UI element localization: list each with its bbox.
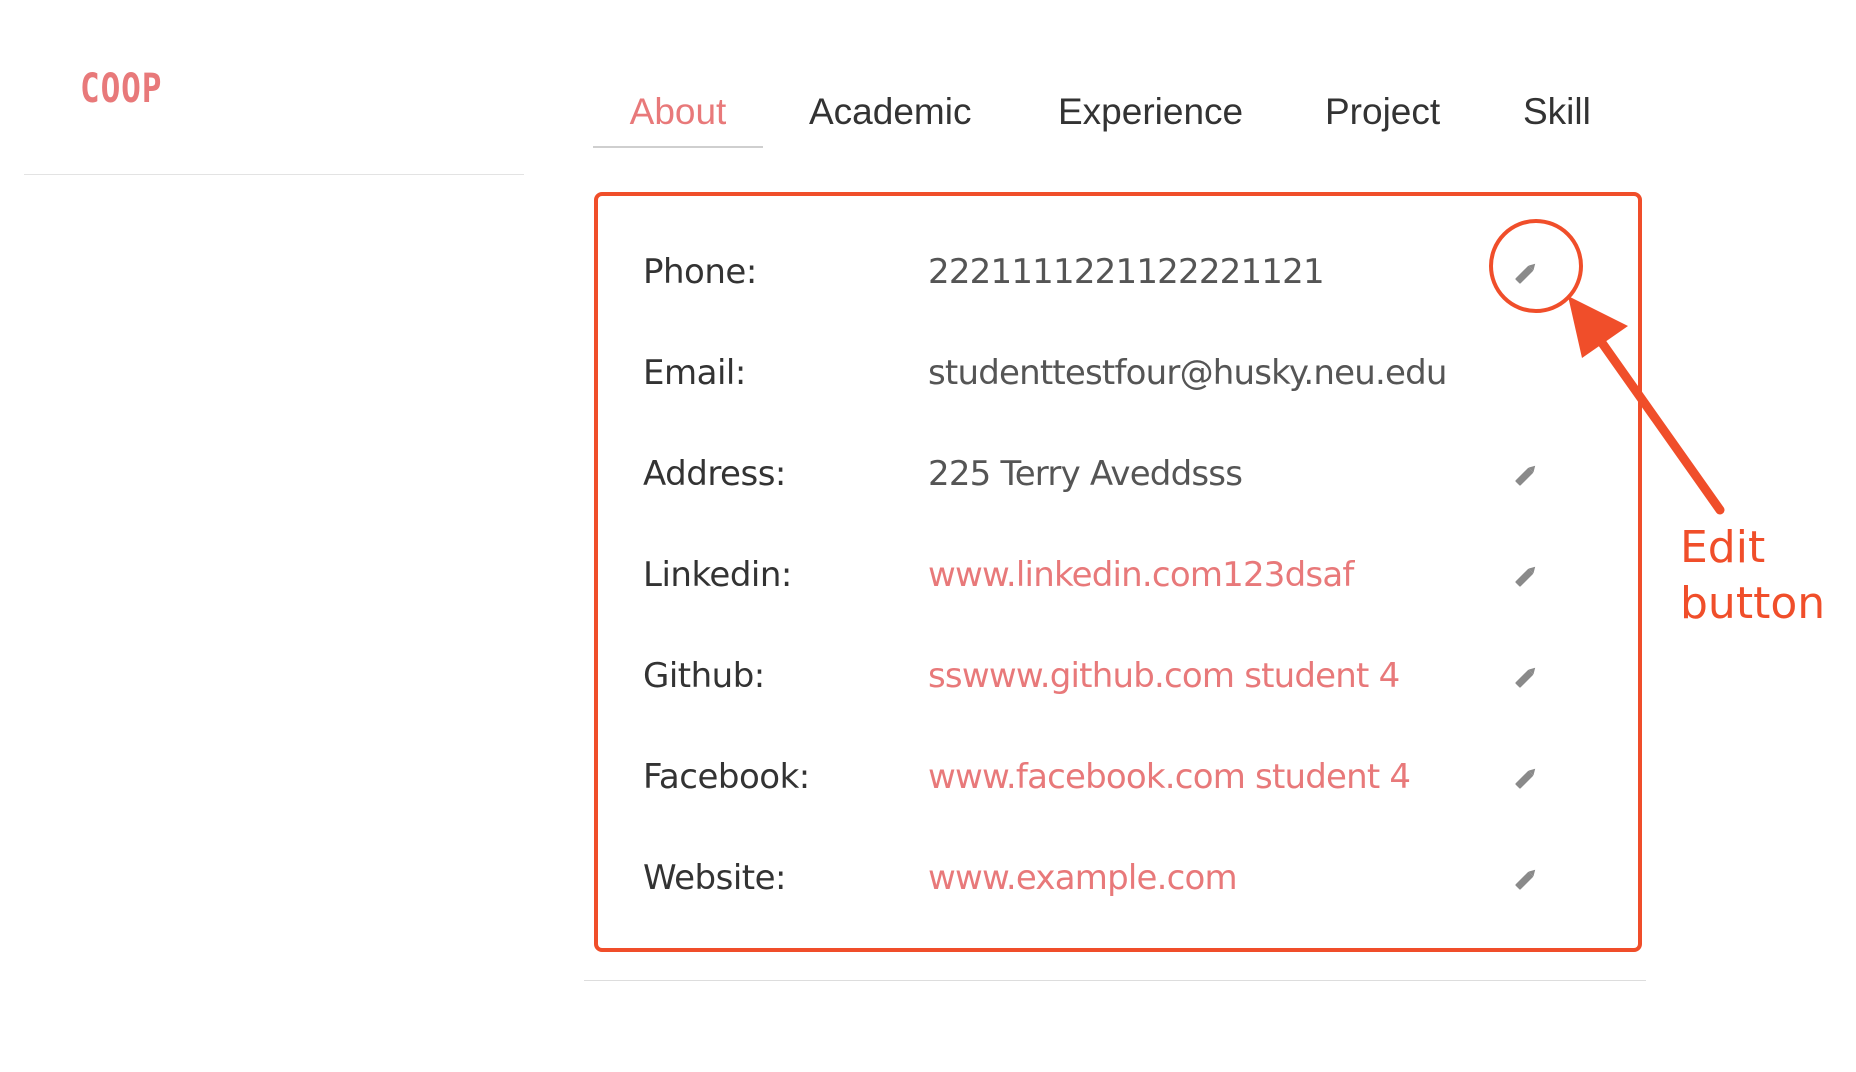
phone-value: 2221111221122221121	[928, 252, 1325, 292]
address-label: Address:	[643, 454, 786, 494]
sidebar-divider	[24, 174, 524, 175]
linkedin-row: Linkedin: www.linkedin.com123dsaf	[598, 545, 1638, 605]
phone-row: Phone: 2221111221122221121	[598, 242, 1638, 302]
pencil-icon	[1515, 768, 1536, 789]
content-divider	[584, 980, 1646, 981]
annotation-line-1: Edit	[1680, 522, 1766, 573]
github-link[interactable]: sswww.github.com student 4	[928, 646, 1400, 706]
tab-experience[interactable]: Experience	[1058, 86, 1243, 146]
edit-button-annotation: Edit button	[1680, 520, 1825, 632]
brand-logo[interactable]: COOP	[80, 66, 162, 112]
tab-about[interactable]: About	[593, 86, 763, 148]
tab-academic[interactable]: Academic	[809, 86, 971, 146]
phone-label: Phone:	[643, 252, 757, 292]
facebook-edit-button[interactable]	[1508, 760, 1544, 796]
phone-edit-button[interactable]	[1508, 255, 1544, 291]
tab-skill[interactable]: Skill	[1523, 86, 1591, 146]
facebook-link[interactable]: www.facebook.com student 4	[928, 747, 1411, 807]
pencil-icon	[1515, 566, 1536, 587]
email-value: studenttestfour@husky.neu.edu	[928, 353, 1447, 393]
website-link[interactable]: www.example.com	[928, 848, 1238, 908]
website-edit-button[interactable]	[1508, 861, 1544, 897]
annotation-line-2: button	[1680, 578, 1826, 629]
email-row: Email: studenttestfour@husky.neu.edu	[598, 343, 1638, 403]
pencil-icon	[1515, 667, 1536, 688]
github-edit-button[interactable]	[1508, 659, 1544, 695]
github-row: Github: sswww.github.com student 4	[598, 646, 1638, 706]
linkedin-edit-button[interactable]	[1508, 558, 1544, 594]
facebook-label: Facebook:	[643, 757, 810, 797]
pencil-icon	[1515, 869, 1536, 890]
email-label: Email:	[643, 353, 746, 393]
address-value: 225 Terry Aveddsss	[928, 454, 1243, 494]
tab-project[interactable]: Project	[1325, 86, 1440, 146]
linkedin-label: Linkedin:	[643, 555, 792, 595]
facebook-row: Facebook: www.facebook.com student 4	[598, 747, 1638, 807]
pencil-icon	[1515, 263, 1536, 284]
address-edit-button[interactable]	[1508, 457, 1544, 493]
address-row: Address: 225 Terry Aveddsss	[598, 444, 1638, 504]
github-label: Github:	[643, 656, 765, 696]
website-row: Website: www.example.com	[598, 848, 1638, 908]
website-label: Website:	[643, 858, 787, 898]
pencil-icon	[1515, 465, 1536, 486]
contact-info-card: Phone: 2221111221122221121 Email: studen…	[594, 192, 1642, 952]
linkedin-link[interactable]: www.linkedin.com123dsaf	[928, 545, 1354, 605]
